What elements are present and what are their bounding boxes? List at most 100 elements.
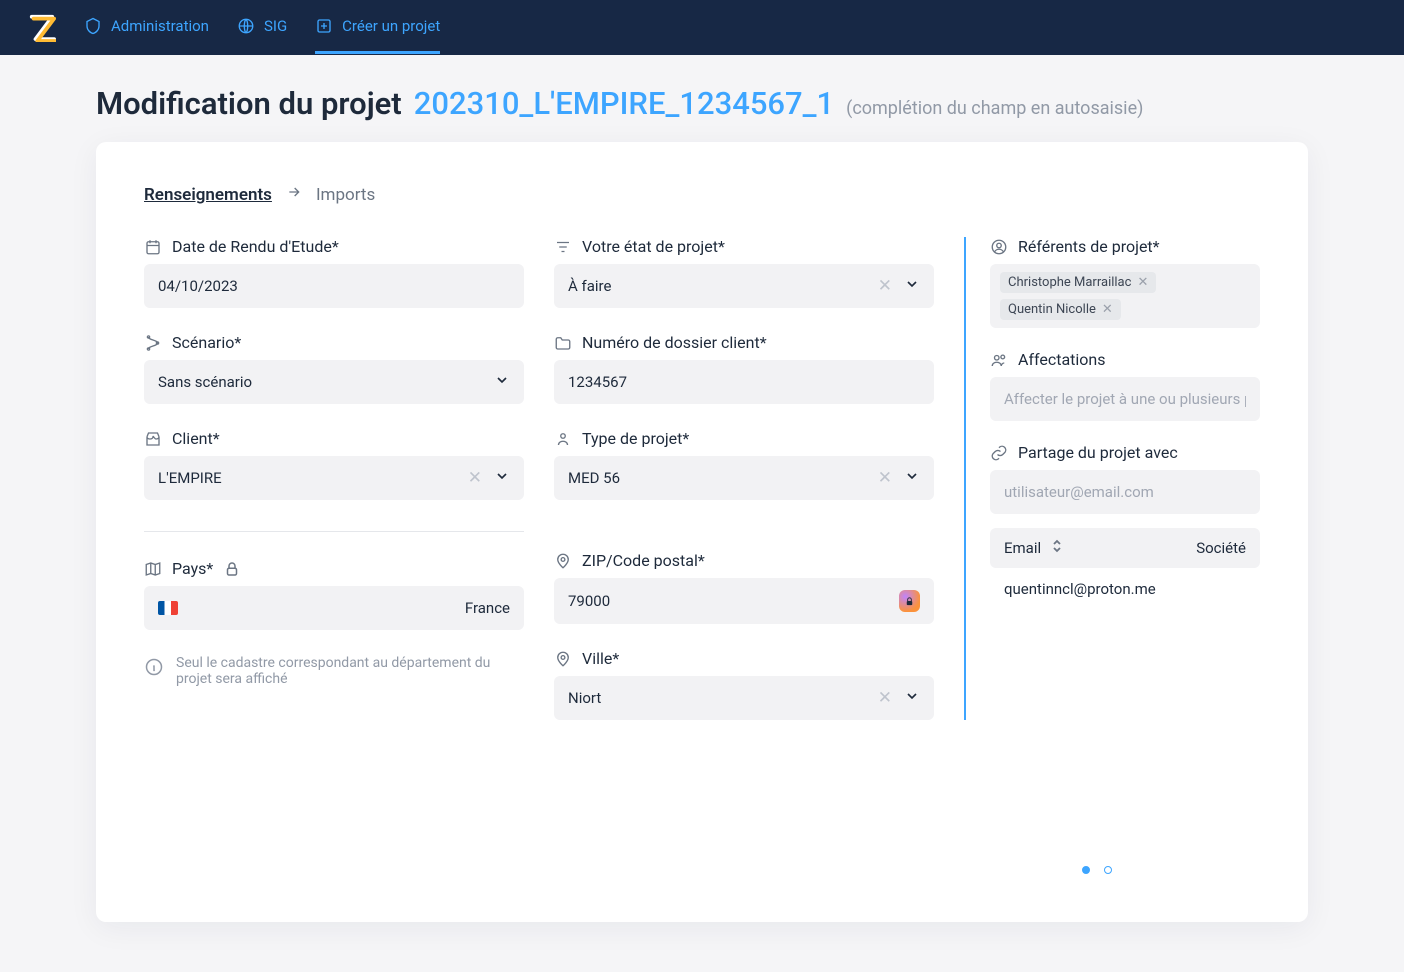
clear-icon[interactable]: ✕: [878, 688, 892, 708]
page-title-text: Modification du projet: [96, 85, 402, 122]
chevron-down-icon[interactable]: [904, 468, 920, 488]
state-select[interactable]: À faire ✕: [554, 264, 934, 308]
chevron-down-icon[interactable]: [494, 468, 510, 488]
lock-icon: [223, 560, 241, 578]
app-logo: [28, 13, 56, 43]
scenario-select[interactable]: Sans scénario: [144, 360, 524, 404]
nav-label: Créer un projet: [342, 17, 440, 35]
share-email-text[interactable]: [1004, 483, 1246, 501]
share-col-email[interactable]: Email: [1004, 539, 1041, 557]
nav-administration[interactable]: Administration: [84, 1, 209, 54]
pagination-dots: [1082, 866, 1112, 874]
date-input-text[interactable]: [158, 277, 510, 295]
chevron-down-icon[interactable]: [494, 372, 510, 392]
date-input[interactable]: [144, 264, 524, 308]
page-title: Modification du projet 202310_L'EMPIRE_1…: [96, 85, 1308, 122]
field-label-text: Partage du projet avec: [1018, 443, 1178, 462]
field-label-text: Votre état de projet*: [582, 237, 725, 256]
select-value: Niort: [568, 689, 601, 707]
globe-icon: [237, 17, 255, 35]
field-date: Date de Rendu d'Etude*: [144, 237, 524, 308]
field-project-type: Type de projet* MED 56 ✕: [554, 429, 934, 500]
referents-input[interactable]: Christophe Marraillac ✕ Quentin Nicolle …: [990, 264, 1260, 328]
step-renseignements[interactable]: Renseignements: [144, 185, 272, 205]
page-header: Modification du projet 202310_L'EMPIRE_1…: [0, 55, 1404, 142]
zip-input-text[interactable]: [568, 592, 899, 610]
plus-square-icon: [315, 17, 333, 35]
info-icon: [144, 657, 164, 677]
dossier-input-text[interactable]: [568, 373, 920, 391]
project-subtitle: (complétion du champ en autosaisie): [846, 98, 1143, 119]
nav-label: Administration: [111, 17, 209, 35]
referent-chip: Quentin Nicolle ✕: [1000, 299, 1121, 320]
affectations-text[interactable]: [1004, 390, 1246, 408]
pin-icon: [554, 552, 572, 570]
info-text: Seul le cadastre correspondant au départ…: [176, 655, 524, 687]
select-value: À faire: [568, 277, 611, 295]
project-type-select[interactable]: MED 56 ✕: [554, 456, 934, 500]
flag-france-icon: [158, 601, 178, 615]
chevron-down-icon[interactable]: [904, 276, 920, 296]
remove-chip-icon[interactable]: ✕: [1102, 302, 1113, 317]
link-icon: [990, 444, 1008, 462]
nav-create-project[interactable]: Créer un projet: [315, 1, 440, 54]
info-banner: Seul le cadastre correspondant au départ…: [144, 655, 524, 687]
field-label-text: Scénario*: [172, 333, 241, 352]
share-email-value: quentinncl@proton.me: [1004, 580, 1156, 598]
country-value: France: [465, 599, 510, 617]
arrow-right-icon: [286, 184, 302, 205]
store-icon: [144, 430, 162, 448]
step-imports[interactable]: Imports: [316, 185, 375, 205]
field-referents: Référents de projet* Christophe Marraill…: [990, 237, 1260, 328]
field-label-text: Affectations: [1018, 350, 1106, 369]
client-select[interactable]: L'EMPIRE ✕: [144, 456, 524, 500]
share-email-input[interactable]: [990, 470, 1260, 514]
dossier-input[interactable]: [554, 360, 934, 404]
divider: [144, 531, 524, 532]
autofill-badge-icon: [899, 590, 920, 612]
field-label-text: Référents de projet*: [1018, 237, 1160, 256]
field-dossier: Numéro de dossier client*: [554, 333, 934, 404]
users-icon: [990, 351, 1008, 369]
clear-icon[interactable]: ✕: [878, 468, 892, 488]
select-value: MED 56: [568, 469, 620, 487]
field-share: Partage du projet avec Email Société que: [990, 443, 1260, 610]
chip-label: Christophe Marraillac: [1008, 275, 1131, 290]
field-label-text: Date de Rendu d'Etude*: [172, 237, 339, 256]
scenario-icon: [144, 334, 162, 352]
project-id: 202310_L'EMPIRE_1234567_1: [414, 85, 834, 122]
user-pin-icon: [554, 430, 572, 448]
share-col-company[interactable]: Société: [1196, 539, 1246, 557]
folder-icon: [554, 334, 572, 352]
remove-chip-icon[interactable]: ✕: [1137, 275, 1148, 290]
share-table-row: quentinncl@proton.me: [990, 568, 1260, 610]
field-label-text: Ville*: [582, 649, 619, 668]
filter-icon: [554, 238, 572, 256]
field-label-text: Type de projet*: [582, 429, 689, 448]
clear-icon[interactable]: ✕: [878, 276, 892, 296]
form-column-middle: Votre état de projet* À faire ✕ Numéro d…: [554, 237, 934, 720]
field-client: Client* L'EMPIRE ✕: [144, 429, 524, 500]
side-panel: Référents de projet* Christophe Marraill…: [964, 237, 1260, 720]
field-scenario: Scénario* Sans scénario: [144, 333, 524, 404]
chevron-down-icon[interactable]: [904, 688, 920, 708]
field-label-text: Numéro de dossier client*: [582, 333, 767, 352]
share-table-header: Email Société: [990, 528, 1260, 568]
calendar-icon: [144, 238, 162, 256]
clear-icon[interactable]: ✕: [468, 468, 482, 488]
referent-chip: Christophe Marraillac ✕: [1000, 272, 1156, 293]
field-country: Pays* France: [144, 559, 524, 630]
field-city: Ville* Niort ✕: [554, 649, 934, 720]
page-dot-active[interactable]: [1082, 866, 1090, 874]
nav-sig[interactable]: SIG: [237, 1, 287, 54]
affectations-input[interactable]: [990, 377, 1260, 421]
sort-icon[interactable]: [1051, 538, 1063, 558]
field-affectations: Affectations: [990, 350, 1260, 421]
field-label-text: ZIP/Code postal*: [582, 551, 705, 570]
city-select[interactable]: Niort ✕: [554, 676, 934, 720]
page-dot[interactable]: [1104, 866, 1112, 874]
lock-icon: [904, 596, 915, 607]
field-zip: ZIP/Code postal*: [554, 551, 934, 624]
zip-input[interactable]: [554, 578, 934, 624]
chip-label: Quentin Nicolle: [1008, 302, 1096, 317]
